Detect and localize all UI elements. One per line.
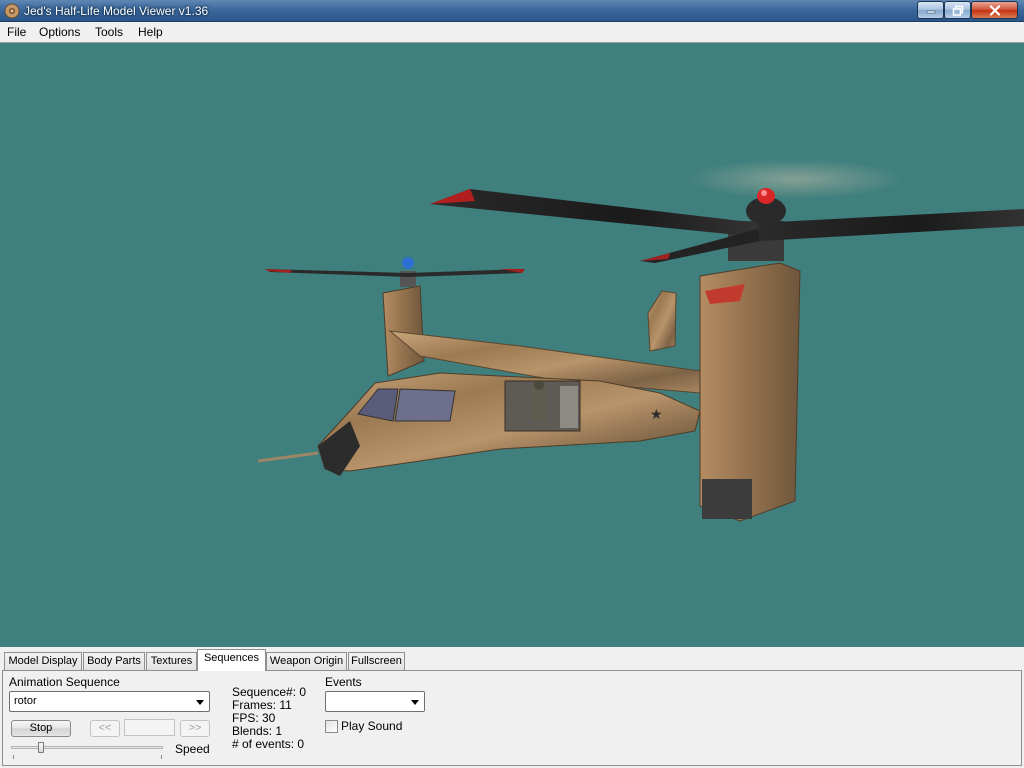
restore-button[interactable] [944, 1, 971, 19]
menu-help[interactable]: Help [135, 24, 166, 41]
speed-slider-track[interactable] [11, 746, 163, 749]
selected-sequence: rotor [14, 695, 37, 707]
minimize-button[interactable] [917, 1, 944, 19]
tab-model-display[interactable]: Model Display [4, 652, 82, 670]
window-title: Jed's Half-Life Model Viewer v1.36 [24, 4, 209, 18]
close-button[interactable] [971, 1, 1018, 19]
menu-tools[interactable]: Tools [92, 24, 126, 41]
tail-fin [647, 290, 677, 352]
app-icon [4, 3, 20, 19]
front-nacelle [699, 221, 801, 522]
menu-bar: File Options Tools Help [0, 22, 1024, 42]
model-viewport[interactable]: ★ [0, 42, 1024, 647]
frame-input[interactable] [124, 719, 175, 736]
rear-rotor [265, 257, 525, 277]
play-sound-checkbox[interactable] [325, 720, 338, 733]
menu-options[interactable]: Options [36, 24, 83, 41]
slider-tick [13, 755, 14, 759]
animation-sequence-label: Animation Sequence [9, 675, 120, 689]
chevron-down-icon [196, 700, 204, 705]
slider-tick [161, 755, 162, 759]
next-frame-button[interactable]: >> [180, 720, 210, 737]
minimize-icon [926, 10, 935, 14]
close-icon [989, 4, 1000, 16]
tab-body-parts[interactable]: Body Parts [83, 652, 145, 670]
events-label: Events [325, 675, 362, 689]
sequences-panel: Animation Sequence rotor Stop << >> Spee… [2, 670, 1022, 766]
restore-icon [952, 5, 963, 16]
stop-button[interactable]: Stop [11, 720, 71, 737]
speed-label: Speed [175, 742, 210, 756]
model-render: ★ [257, 159, 1024, 522]
title-bar[interactable]: Jed's Half-Life Model Viewer v1.36 [0, 0, 1024, 22]
rear-nacelle [382, 271, 425, 377]
front-rotor [430, 188, 1024, 263]
menu-file[interactable]: File [4, 24, 29, 41]
tab-strip: Model Display Body Parts Textures Sequen… [0, 648, 1024, 671]
svg-text:★: ★ [650, 407, 663, 423]
animation-sequence-dropdown[interactable]: rotor [9, 691, 210, 712]
events-dropdown[interactable] [325, 691, 425, 712]
speed-slider-thumb[interactable] [38, 742, 45, 753]
rotor-blur [685, 159, 905, 199]
tab-sequences[interactable]: Sequences [197, 649, 266, 671]
tab-weapon-origin[interactable]: Weapon Origin [266, 652, 347, 670]
play-sound-label[interactable]: Play Sound [341, 720, 402, 733]
prev-frame-button[interactable]: << [90, 720, 120, 737]
tab-textures[interactable]: Textures [146, 652, 197, 670]
events-count: # of events: 0 [232, 737, 305, 751]
chevron-down-icon [411, 700, 419, 705]
tab-fullscreen[interactable]: Fullscreen [348, 652, 405, 670]
fuselage: ★ [257, 372, 701, 476]
